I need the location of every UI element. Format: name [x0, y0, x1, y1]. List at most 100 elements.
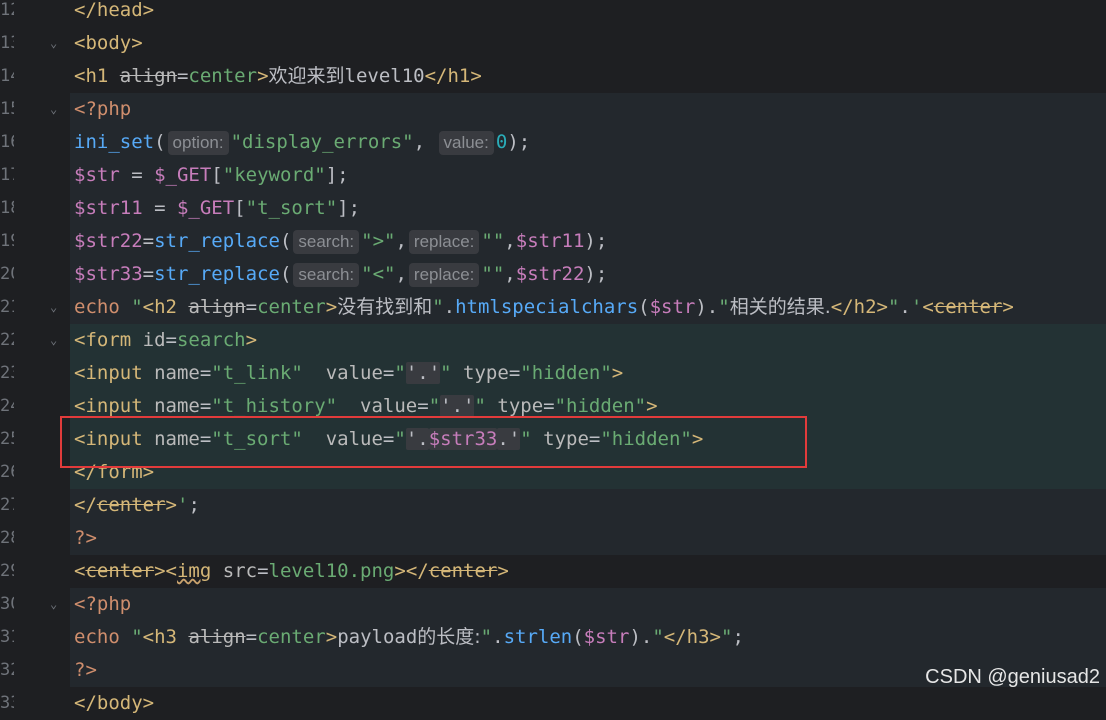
- code-token: >: [165, 494, 177, 516]
- code-token: $str33: [74, 263, 143, 285]
- fold-chevron-icon[interactable]: ⌄: [50, 103, 60, 115]
- code-token: (: [154, 131, 166, 153]
- code-token: ,: [504, 263, 516, 285]
- code-line[interactable]: 24<input name="t_history" value="'.'" ty…: [0, 390, 1106, 423]
- code-line[interactable]: 25<input name="t_sort" value="'.$str33.'…: [0, 423, 1106, 456]
- code-text[interactable]: $str = $_GET["keyword"];: [70, 159, 1106, 192]
- code-token: '.': [440, 395, 475, 417]
- code-line[interactable]: 22 ⌄ <form id=search>: [0, 324, 1106, 357]
- code-line[interactable]: 17 $str = $_GET["keyword"];: [0, 159, 1106, 192]
- code-token: 欢迎来到: [268, 65, 345, 87]
- code-token: name: [154, 362, 200, 384]
- line-number: 26: [0, 462, 14, 482]
- code-token: ,: [395, 263, 407, 285]
- code-text[interactable]: </form>: [70, 456, 1106, 489]
- code-token: "t_sort": [245, 197, 338, 219]
- code-line[interactable]: 21⌄echo "<h2 align=center>没有找到和".htmlspe…: [0, 291, 1106, 324]
- code-line[interactable]: 16 ini_set(option:"display_errors", value…: [0, 126, 1106, 159]
- code-token: >: [1002, 296, 1014, 318]
- code-token: center: [428, 560, 498, 582]
- fold-chevron-icon[interactable]: ⌄: [50, 301, 60, 313]
- code-line[interactable]: 20$str33=str_replace(search:"<",replace:…: [0, 258, 1106, 291]
- code-line[interactable]: 31echo "<h3 align=center>payload的长度:".st…: [0, 621, 1106, 654]
- code-line[interactable]: 19 $str22=str_replace(search:">",replace:…: [0, 225, 1106, 258]
- parameter-hint: value:: [438, 131, 494, 155]
- code-editor[interactable]: 12</head>13⌄<body>14<h1 align=center>欢迎来…: [0, 0, 1106, 714]
- code-text[interactable]: <?php: [70, 93, 1106, 126]
- code-token: 相关的结果.: [729, 296, 831, 318]
- code-line[interactable]: 33 </body>: [0, 687, 1106, 720]
- code-text[interactable]: </head>: [70, 0, 1106, 27]
- line-number: 30: [0, 594, 14, 614]
- code-line[interactable]: 26 </form>: [0, 456, 1106, 489]
- code-text[interactable]: echo "<h3 align=center>payload的长度:".strl…: [70, 621, 1106, 654]
- code-line[interactable]: 29<center><img src=level10.png></center>: [0, 555, 1106, 588]
- code-token: "t_history": [211, 395, 338, 417]
- code-token: ini_set: [74, 131, 155, 153]
- code-token: .: [899, 296, 911, 318]
- code-line[interactable]: 12 </head>: [0, 0, 1106, 27]
- code-token: type: [497, 395, 544, 417]
- code-token: ?>: [74, 527, 97, 549]
- code-text[interactable]: $str11 = $_GET["t_sort"];: [70, 192, 1106, 225]
- code-token: '.': [405, 362, 441, 384]
- code-line[interactable]: 23<input name="t_link" value="'.'" type=…: [0, 357, 1106, 390]
- code-token: '.: [405, 428, 429, 450]
- code-text[interactable]: <input name="t_sort" value="'.$str33.'" …: [70, 423, 1106, 456]
- code-line[interactable]: 28 ?>: [0, 522, 1106, 555]
- code-token: =: [382, 362, 395, 384]
- code-token: (: [572, 626, 584, 648]
- watermark: CSDN @geniusad2: [925, 666, 1100, 688]
- code-text[interactable]: <h1 align=center>欢迎来到level10</h1>: [70, 60, 1106, 93]
- code-token: </form>: [74, 461, 155, 483]
- code-token: src: [222, 560, 258, 582]
- fold-chevron-icon[interactable]: ⌄: [50, 37, 60, 49]
- code-token: "t_sort": [211, 428, 303, 450]
- code-token: <input: [74, 395, 155, 417]
- code-token: $str22: [74, 230, 143, 252]
- code-text[interactable]: <form id=search>: [70, 324, 1106, 357]
- code-token: align: [119, 65, 177, 87]
- code-line[interactable]: 15 ⌄ <?php: [0, 93, 1106, 126]
- code-token: ": [440, 362, 452, 384]
- code-line[interactable]: 27 </center>';: [0, 489, 1106, 522]
- code-line[interactable]: 13 ⌄ <body>: [0, 27, 1106, 60]
- code-token: "hidden": [520, 362, 612, 384]
- code-text[interactable]: <input name="t_link" value="'.'" type="h…: [70, 357, 1106, 390]
- code-text[interactable]: ?>: [70, 522, 1106, 555]
- code-token: </h2>: [830, 296, 888, 318]
- code-token: name: [154, 395, 200, 417]
- fold-chevron-icon[interactable]: ⌄: [50, 334, 60, 346]
- code-text[interactable]: ini_set(option: "display_errors", value: 0…: [70, 126, 1106, 159]
- code-text[interactable]: <?php: [70, 588, 1106, 621]
- code-token: </head>: [74, 0, 155, 21]
- line-number: 19: [0, 231, 14, 251]
- code-token: center: [257, 296, 326, 318]
- code-text[interactable]: $str33=str_replace(search: "<", replace: ""…: [70, 258, 1106, 291]
- code-line[interactable]: 30 ⌄ <?php: [0, 588, 1106, 621]
- code-line[interactable]: 14 <h1 align=center>欢迎来到level10</h1>: [0, 60, 1106, 93]
- code-text[interactable]: $str22=str_replace(search: ">", replace: ""…: [70, 225, 1106, 258]
- line-number: 12: [0, 0, 14, 20]
- code-token: name: [154, 428, 200, 450]
- code-text[interactable]: <center><img src=level10.png></center>: [70, 555, 1106, 588]
- code-token: ": [887, 296, 900, 318]
- code-token: $str11: [515, 230, 585, 252]
- code-token: <body>: [74, 32, 143, 54]
- code-token: str_replace: [154, 263, 280, 285]
- code-text[interactable]: <input name="t_history" value="'.'" type…: [70, 390, 1106, 423]
- code-token: "hidden": [554, 395, 647, 417]
- code-token: "keyword": [222, 164, 326, 186]
- fold-chevron-icon[interactable]: ⌄: [50, 598, 60, 610]
- code-line[interactable]: 18 $str11 = $_GET["t_sort"];: [0, 192, 1106, 225]
- code-text[interactable]: </body>: [70, 687, 1106, 720]
- code-text[interactable]: </center>';: [70, 489, 1106, 522]
- code-token: ": [720, 626, 733, 648]
- code-text[interactable]: echo "<h2 align=center>没有找到和".htmlspecia…: [70, 291, 1106, 324]
- line-number: 28: [0, 528, 14, 548]
- code-token: <h3: [142, 626, 189, 648]
- line-number: 27: [0, 495, 14, 515]
- code-text[interactable]: <body>: [70, 27, 1106, 60]
- code-token: >: [245, 329, 258, 351]
